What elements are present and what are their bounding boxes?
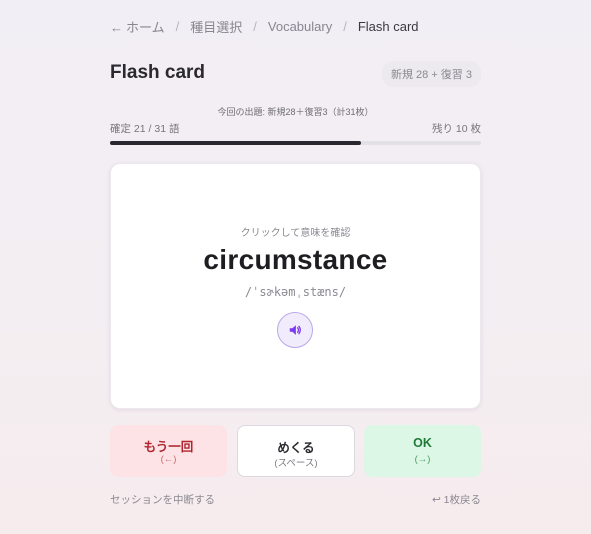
card-word: circumstance	[203, 244, 388, 275]
breadcrumb-home-link[interactable]: ← ホーム	[110, 17, 165, 36]
play-audio-button[interactable]	[277, 312, 313, 348]
confirmed-count: 確定 21 / 31 語	[110, 123, 180, 135]
page-title: Flash card	[110, 62, 206, 83]
flip-label: めくる	[277, 441, 315, 455]
session-plan-text: 今回の出題: 新規28＋復習3（計31枚）	[217, 107, 374, 117]
breadcrumb-separator: /	[253, 19, 257, 34]
breadcrumb-separator: /	[175, 19, 180, 34]
card-pronunciation: /ˈsɚkəmˌstæns/	[244, 285, 347, 299]
flash-card[interactable]: クリックして意味を確認 circumstance /ˈsɚkəmˌstæns/	[110, 163, 481, 409]
progress-bar	[110, 141, 481, 145]
breadcrumb-deck-link[interactable]: Vocabulary	[268, 19, 332, 34]
again-label: もう一回	[143, 440, 194, 454]
flip-button[interactable]: めくる (スペース)	[237, 425, 355, 477]
breadcrumb-home-label: ホーム	[126, 20, 165, 35]
session-count-badge: 新規 28 + 復習 3	[381, 61, 481, 87]
breadcrumb-current: Flash card	[357, 19, 419, 34]
breadcrumb-separator: /	[343, 19, 347, 34]
progress-bar-fill	[110, 141, 362, 145]
ok-shortcut: (→)	[414, 454, 431, 465]
remaining-count: 残り 10 枚	[431, 123, 481, 135]
back-arrow-icon: ←	[110, 20, 123, 35]
undo-back-link[interactable]: ↩ 1枚戻る	[432, 492, 481, 507]
again-button[interactable]: もう一回 (←)	[110, 425, 227, 477]
quit-session-link[interactable]: セッションを中断する	[110, 492, 215, 507]
ok-label: OK	[413, 436, 432, 450]
speaker-icon	[289, 325, 301, 335]
ok-button[interactable]: OK (→)	[364, 425, 481, 477]
breadcrumb: ← ホーム / 種目選択 / Vocabulary / Flash card	[110, 17, 419, 36]
again-shortcut: (←)	[160, 454, 177, 465]
breadcrumb-category-link[interactable]: 種目選択	[190, 17, 242, 36]
card-hint: クリックして意味を確認	[240, 228, 351, 239]
flip-shortcut: (スペース)	[274, 458, 318, 469]
